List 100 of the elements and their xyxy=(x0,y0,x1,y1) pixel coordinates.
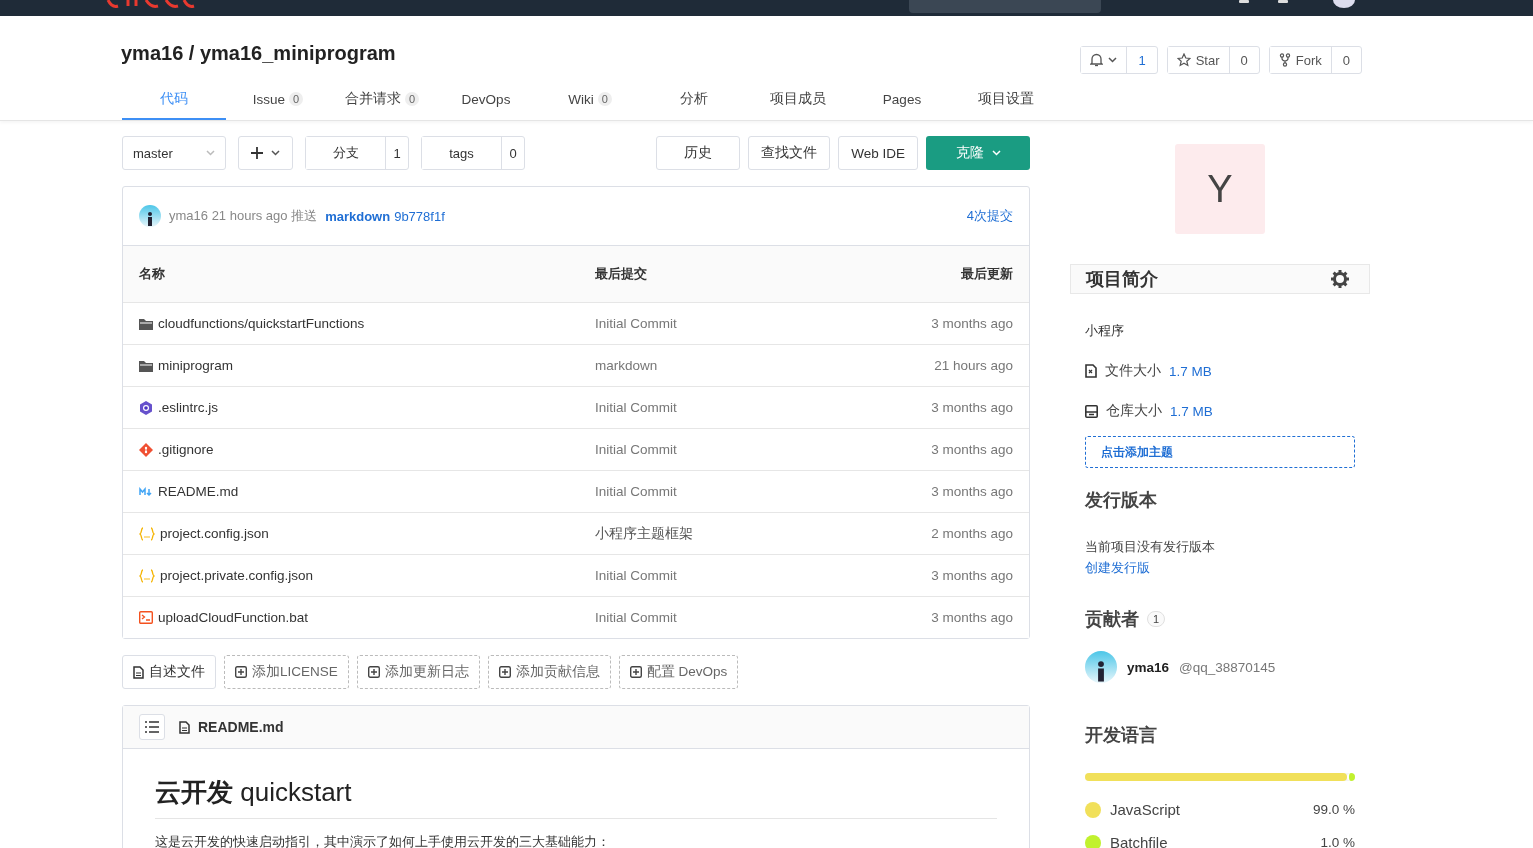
fork-button[interactable]: Fork xyxy=(1269,47,1332,73)
language-percent: 99.0 % xyxy=(1312,802,1355,817)
folder-icon xyxy=(139,359,153,372)
section-title: 贡献者 xyxy=(1085,608,1139,631)
column-header: 最后提交 xyxy=(595,265,648,283)
updated-cell-text: 3 months ago xyxy=(930,568,1013,583)
file-link[interactable]: .eslintrc.js xyxy=(158,400,218,415)
updated-cell-text: 2 months ago xyxy=(930,526,1013,541)
project-avatar: Y xyxy=(1175,144,1265,234)
updated-cell-text: 3 months ago xyxy=(930,316,1013,331)
commit-cell-text: Initial Commit xyxy=(595,484,678,499)
nav-tab[interactable]: Wiki 0 xyxy=(538,80,642,120)
stat-value: 1.7 MB xyxy=(1169,363,1212,379)
create-release-link[interactable]: 创建发行版 xyxy=(1085,559,1150,577)
updated-cell-text: 3 months ago xyxy=(930,442,1013,457)
file-link[interactable]: cloudfunctions/quickstartFunctions xyxy=(158,316,365,331)
add-button[interactable] xyxy=(238,136,293,170)
fork-icon xyxy=(1278,53,1291,67)
commit-cell-text: Initial Commit xyxy=(595,400,678,415)
branch-select[interactable]: master xyxy=(122,136,226,170)
branches-button[interactable]: 分支 xyxy=(306,137,386,169)
settings-icon[interactable] xyxy=(1331,270,1349,288)
commit-cell-text: markdown xyxy=(595,358,659,373)
avatar xyxy=(139,205,161,227)
section-title: 项目简介 xyxy=(1086,268,1158,291)
toolbar-button[interactable]: 历史 xyxy=(656,136,741,170)
braces-icon xyxy=(139,526,155,541)
star-icon xyxy=(1176,53,1191,67)
language-name: JavaScript xyxy=(1110,801,1181,818)
file-link[interactable]: project.private.config.json xyxy=(160,568,314,583)
column-header: 名称 xyxy=(139,265,166,283)
action-button[interactable]: 自述文件 xyxy=(122,655,216,689)
commits-link[interactable]: 4次提交 xyxy=(966,207,1013,225)
commit-meta: yma16 21 hours ago 推送 xyxy=(169,207,318,225)
nav-tab[interactable]: Issue 0 xyxy=(226,80,330,120)
contributor-name[interactable]: yma16 xyxy=(1127,659,1170,675)
plus-icon xyxy=(235,666,247,678)
file-link[interactable]: README.md xyxy=(158,484,239,499)
updated-cell-text: 21 hours ago xyxy=(933,358,1013,373)
nav-tab[interactable]: 项目成员 xyxy=(746,80,850,120)
stat-label: 文件大小 xyxy=(1105,362,1161,380)
caret-icon xyxy=(206,150,215,156)
file-icon xyxy=(1085,364,1097,378)
count-badge: 1 xyxy=(1147,611,1166,627)
caret-icon xyxy=(271,150,280,156)
nav-tab[interactable]: 项目设置 xyxy=(954,80,1058,120)
column-header: 最后更新 xyxy=(960,265,1013,283)
toolbar-button[interactable]: Web IDE xyxy=(838,136,918,170)
action-button[interactable]: 添加更新日志 xyxy=(356,655,480,689)
plus-icon xyxy=(629,666,642,678)
hexagon-icon xyxy=(139,400,153,415)
watch-count[interactable]: 1 xyxy=(1127,47,1157,73)
commit-cell-text: Initial Commit xyxy=(595,610,678,625)
commit-message-link[interactable]: markdown xyxy=(325,208,391,224)
nav-tab[interactable]: DevOps xyxy=(434,80,538,120)
commit-cell-text: Initial Commit xyxy=(595,568,678,583)
nav-tab[interactable]: 分析 xyxy=(642,80,746,120)
language-percent: 1.0 % xyxy=(1320,835,1355,848)
tags-button[interactable]: tags xyxy=(422,137,502,169)
nav-tab[interactable]: Pages xyxy=(850,80,954,120)
count-badge: 0 xyxy=(289,92,304,106)
file-link[interactable]: miniprogram xyxy=(158,358,234,373)
file-link[interactable]: .gitignore xyxy=(158,442,214,457)
plus-icon xyxy=(498,666,511,678)
readme-paragraph: 这是云开发的快速启动指引，其中演示了如何上手使用云开发的三大基础能力： xyxy=(155,833,611,848)
action-button[interactable]: 添加贡献信息 xyxy=(487,655,611,689)
plus-icon xyxy=(367,666,380,678)
action-button[interactable]: 配置 DevOps xyxy=(618,655,739,689)
file-link[interactable]: project.config.json xyxy=(160,526,269,541)
action-button[interactable]: 添加LICENSE xyxy=(224,655,349,689)
avatar-icon[interactable] xyxy=(1333,0,1355,8)
git-icon xyxy=(139,442,153,457)
star-button[interactable]: Star xyxy=(1167,47,1230,73)
updated-cell-text: 3 months ago xyxy=(930,484,1013,499)
star-count[interactable]: 0 xyxy=(1229,47,1259,73)
drive-icon xyxy=(1085,404,1098,418)
commit-cell-text: 小程序主题框架 xyxy=(595,524,694,543)
fork-count[interactable]: 0 xyxy=(1331,47,1361,73)
file-link[interactable]: uploadCloudFunction.bat xyxy=(158,610,309,625)
folder-icon xyxy=(139,317,153,330)
logo-icon[interactable] xyxy=(106,0,196,8)
section-title: 发行版本 xyxy=(1085,489,1157,512)
markdown-icon xyxy=(139,486,153,497)
commit-hash-link[interactable]: 9b778f1f xyxy=(394,208,445,224)
nav-tab[interactable]: 合并请求 0 xyxy=(330,80,434,120)
section-title: 开发语言 xyxy=(1085,724,1157,747)
braces-icon xyxy=(139,568,155,583)
watch-button[interactable] xyxy=(1081,47,1128,73)
contributor-handle: @qq_38870145 xyxy=(1179,659,1276,675)
avatar xyxy=(1085,651,1117,683)
description: 小程序 xyxy=(1085,322,1125,340)
toolbar-button[interactable]: 查找文件 xyxy=(748,136,831,170)
commit-cell-text: Initial Commit xyxy=(595,442,678,457)
empty-text: 当前项目没有发行版本 xyxy=(1085,538,1216,556)
updated-cell-text: 3 months ago xyxy=(930,610,1013,625)
bell-icon xyxy=(1090,53,1104,67)
count-badge: 0 xyxy=(404,92,420,106)
search-field[interactable] xyxy=(909,0,1101,13)
toc-button[interactable] xyxy=(139,714,165,740)
add-topic-button[interactable]: 点击添加主题 xyxy=(1085,436,1355,468)
